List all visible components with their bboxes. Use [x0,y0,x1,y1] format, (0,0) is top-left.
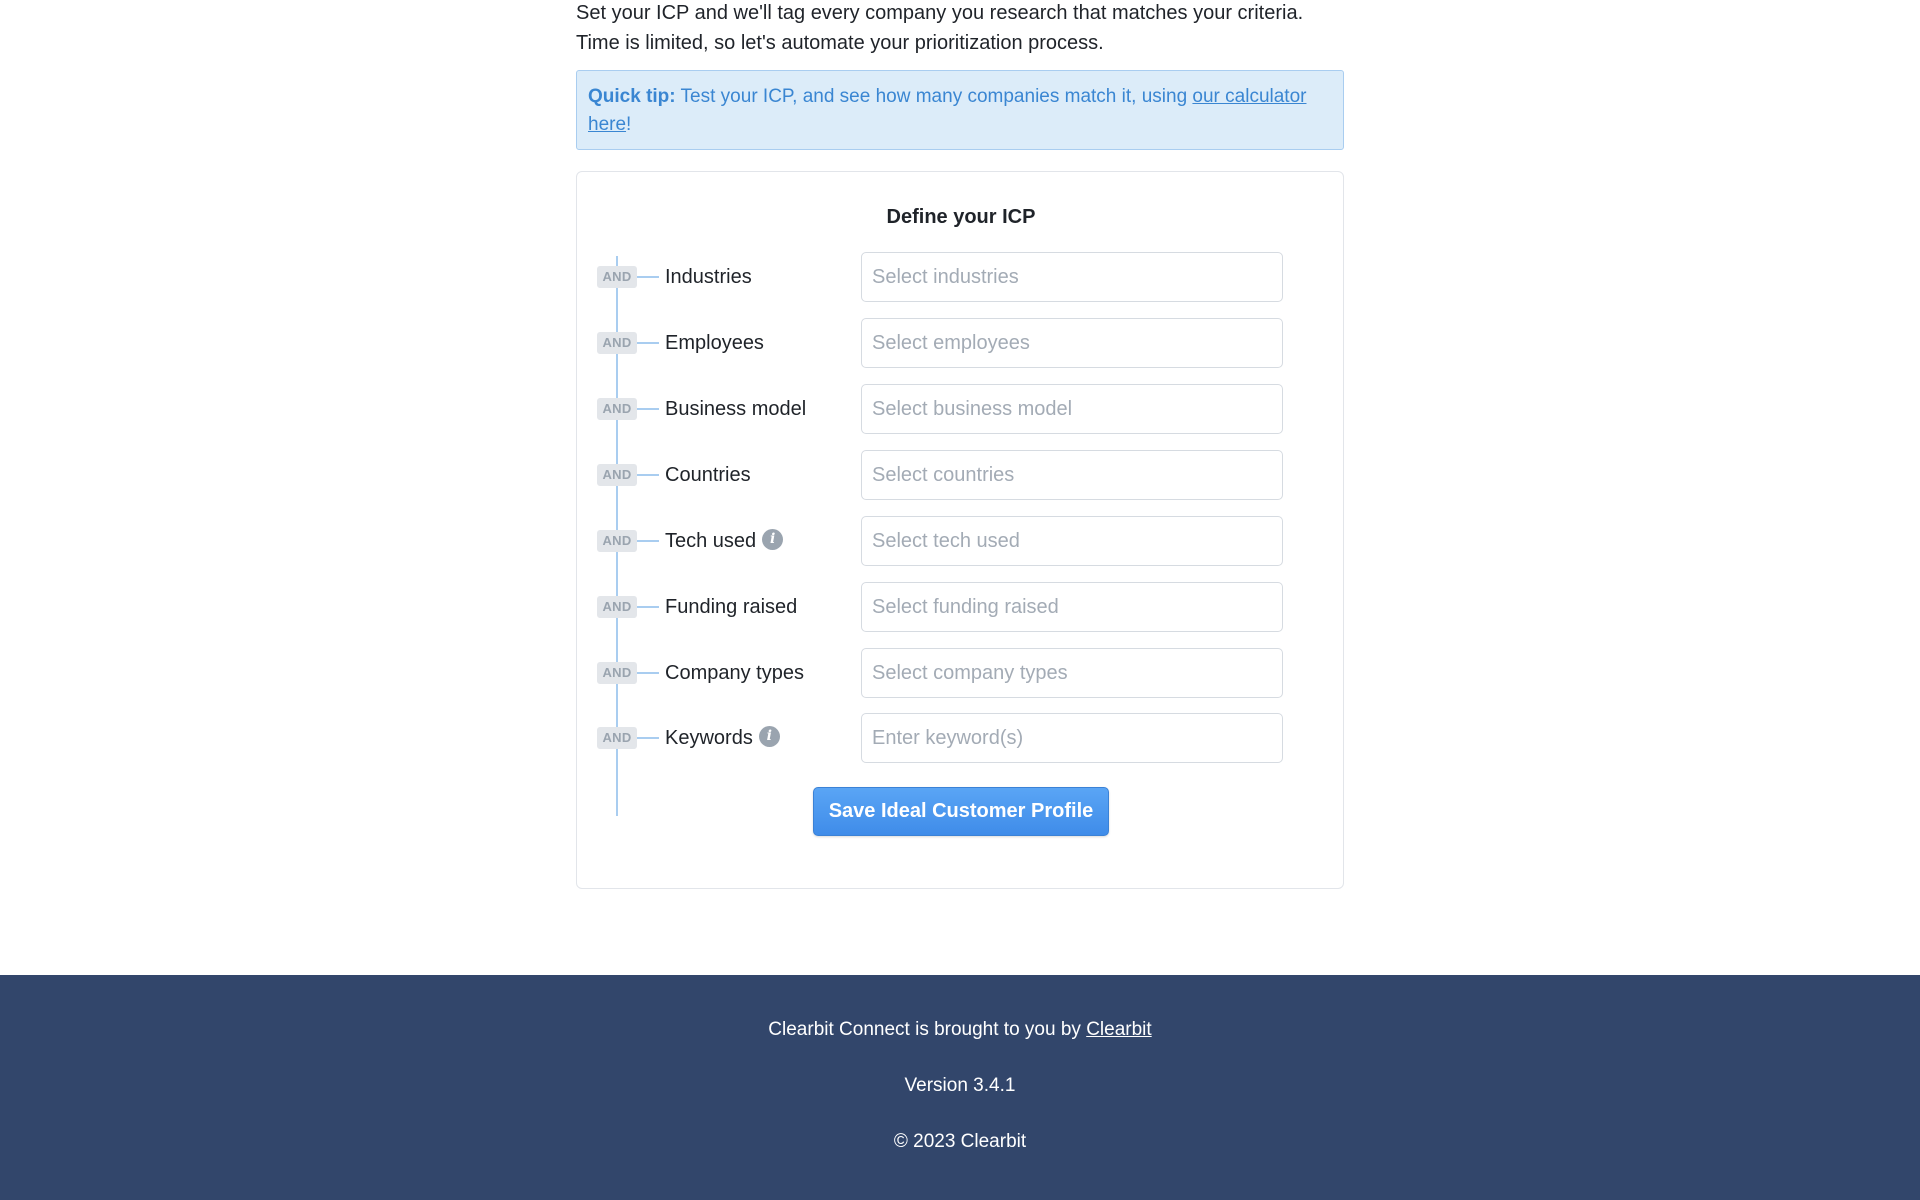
tree-branch [637,540,659,542]
keywords-input[interactable] [861,713,1283,763]
and-badge: AND [597,398,637,420]
icp-row-business-model: AND Business model Select business model [577,384,1345,438]
funding-raised-label: Funding raised [665,596,798,618]
icp-row-keywords: AND Keywords i [577,713,1345,767]
quick-tip-banner: Quick tip: Test your ICP, and see how ma… [576,70,1344,150]
icp-row-employees: AND Employees Select employees [577,318,1345,372]
employees-select[interactable]: Select employees [861,318,1283,368]
tree-branch [637,276,659,278]
tree-branch [637,606,659,608]
business-model-select[interactable]: Select business model [861,384,1283,434]
company-types-label: Company types [665,662,804,684]
intro-line-2: Time is limited, so let's automate your … [576,32,1104,54]
page: Set your ICP and we'll tag every company… [0,0,1920,1200]
tree-branch [637,342,659,344]
countries-label: Countries [665,464,751,486]
company-types-select[interactable]: Select company types [861,648,1283,698]
clearbit-link[interactable]: Clearbit [1086,1019,1151,1040]
and-badge: AND [597,530,637,552]
tree-branch [637,672,659,674]
icp-row-company-types: AND Company types Select company types [577,648,1345,702]
footer-brought-by-text: Clearbit Connect is brought to you by [768,1019,1087,1040]
card-title: Define your ICP [886,206,1036,228]
icp-row-industries: AND Industries Select industries [577,252,1345,306]
icp-row-tech-used: AND Tech used i Select tech used [577,516,1345,570]
tech-used-label-wrap: Tech used i [665,528,784,554]
funding-raised-select[interactable]: Select funding raised [861,582,1283,632]
and-badge: AND [597,596,637,618]
icp-row-funding-raised: AND Funding raised Select funding raised [577,582,1345,636]
and-badge: AND [597,464,637,486]
quick-tip-text: Test your ICP, and see how many companie… [675,86,1193,107]
industries-select[interactable]: Select industries [861,252,1283,302]
tree-branch [637,474,659,476]
tree-branch [637,408,659,410]
and-badge: AND [597,332,637,354]
footer-copyright: © 2023 Clearbit [893,1131,1027,1152]
footer-brought-by: Clearbit Connect is brought to you by Cl… [0,1019,1920,1041]
tech-used-select[interactable]: Select tech used [861,516,1283,566]
footer-version: Version 3.4.1 [904,1075,1016,1096]
quick-tip-suffix: ! [626,114,632,135]
and-badge: AND [597,266,637,288]
icp-row-countries: AND Countries Select countries [577,450,1345,504]
countries-select[interactable]: Select countries [861,450,1283,500]
and-badge: AND [597,662,637,684]
keywords-label: Keywords [665,727,753,749]
and-badge: AND [597,727,637,749]
tree-branch [637,737,659,739]
employees-label: Employees [665,332,764,354]
tech-used-label: Tech used [665,530,757,552]
info-icon[interactable]: i [758,726,780,748]
info-icon[interactable]: i [762,529,784,551]
industries-label: Industries [665,266,752,288]
quick-tip-label: Quick tip: [588,86,676,107]
icp-card: Define your ICP AND Industries Select in… [576,171,1344,889]
business-model-label: Business model [665,398,807,420]
intro-line-1: Set your ICP and we'll tag every company… [576,2,1304,24]
save-icp-button[interactable]: Save Ideal Customer Profile [813,787,1109,836]
keywords-label-wrap: Keywords i [665,725,780,751]
intro-text: Set your ICP and we'll tag every company… [576,0,1344,58]
main-content: Set your ICP and we'll tag every company… [576,0,1344,889]
footer: Clearbit Connect is brought to you by Cl… [0,975,1920,1200]
